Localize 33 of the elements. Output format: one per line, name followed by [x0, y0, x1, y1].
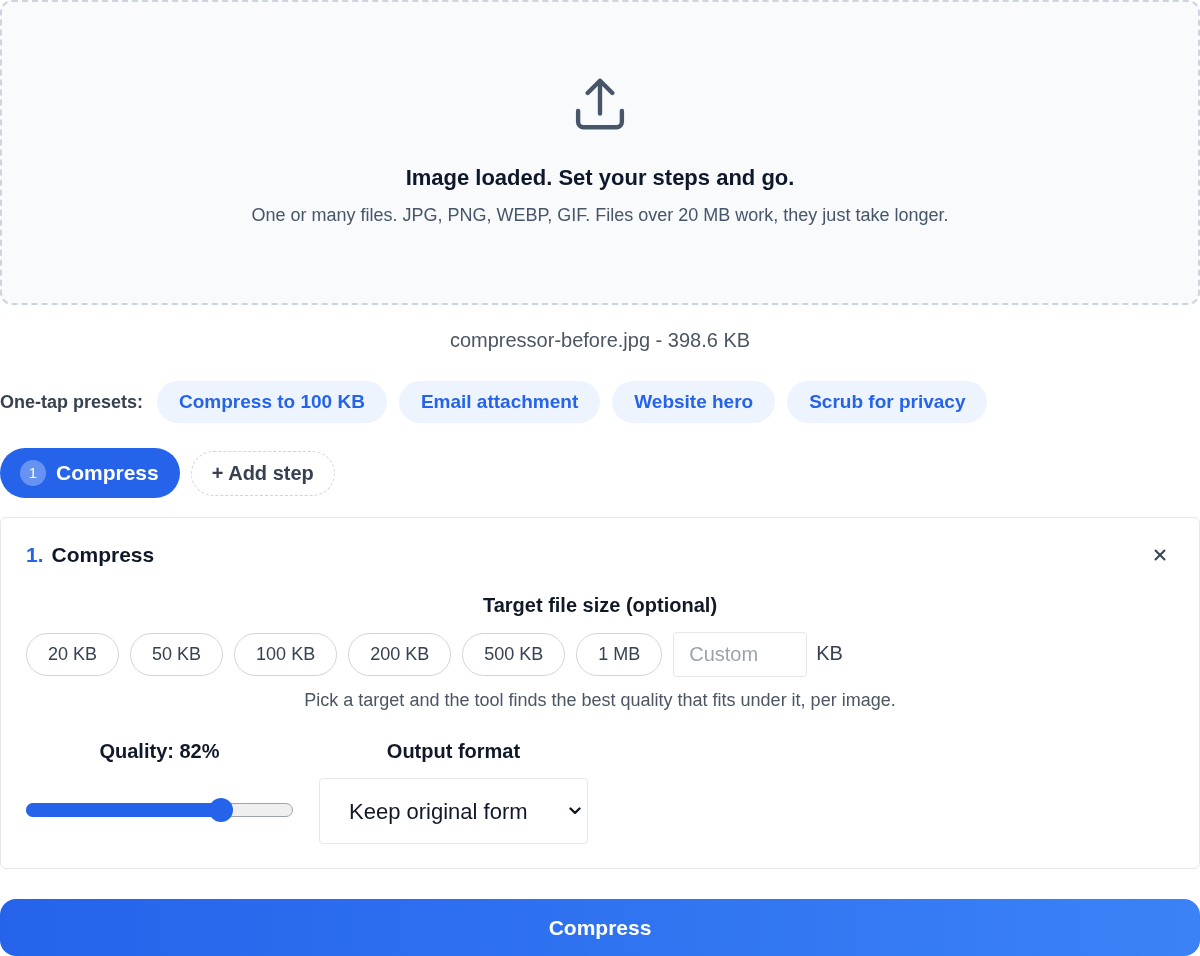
size-chip[interactable]: 20 KB	[26, 633, 120, 676]
dropzone-subtitle: One or many files. JPG, PNG, WEBP, GIF. Files over 20 MB work, they just take longer.	[251, 204, 949, 227]
upload-icon	[575, 78, 625, 130]
quality-label: Quality: 82%	[99, 739, 220, 764]
size-chip[interactable]: 200 KB	[348, 633, 452, 676]
size-chip[interactable]: 100 KB	[234, 633, 338, 676]
file-info: compressor-before.jpg - 398.6 KB	[449, 328, 751, 353]
step-number: 1.	[26, 542, 44, 569]
presets-label: One-tap presets:	[0, 390, 144, 414]
quality-slider[interactable]	[26, 798, 293, 822]
close-icon	[1154, 549, 1166, 561]
preset-chip[interactable]: Scrub for privacy	[787, 381, 988, 423]
target-hint: Pick a target and the tool finds the best quality that fits under it, per image.	[304, 689, 896, 712]
custom-size-input[interactable]: Custom	[673, 632, 808, 677]
step-title: Compress	[51, 542, 155, 569]
size-chip[interactable]: 500 KB	[462, 633, 566, 676]
size-chip[interactable]: 1 MB	[576, 633, 663, 676]
preset-chip[interactable]: Website hero	[612, 381, 776, 423]
preset-chip[interactable]: Compress to 100 KB	[157, 381, 387, 423]
size-chip[interactable]: 50 KB	[130, 633, 224, 676]
preset-chip[interactable]: Email attachment	[398, 381, 601, 423]
size-unit: KB	[816, 640, 843, 666]
chevron-down-icon	[569, 807, 581, 815]
target-label: Target file size (optional)	[482, 593, 718, 618]
upload-dropzone[interactable]: Image loaded. Set your steps and go. One or many files. JPG, PNG, WEBP, GIF. Files over 20 MB work, they just take longer.	[0, 0, 1200, 305]
step-number-badge: 1	[20, 460, 46, 486]
format-select[interactable]: Keep original form	[319, 778, 588, 844]
dropzone-title: Image loaded. Set your steps and go.	[405, 164, 795, 192]
compress-button[interactable]: Compress	[0, 899, 1200, 956]
close-button[interactable]	[1153, 548, 1167, 562]
step-tab[interactable]: 1 Compress	[0, 448, 180, 498]
slider-thumb[interactable]	[208, 798, 233, 822]
format-label: Output format	[386, 739, 521, 764]
